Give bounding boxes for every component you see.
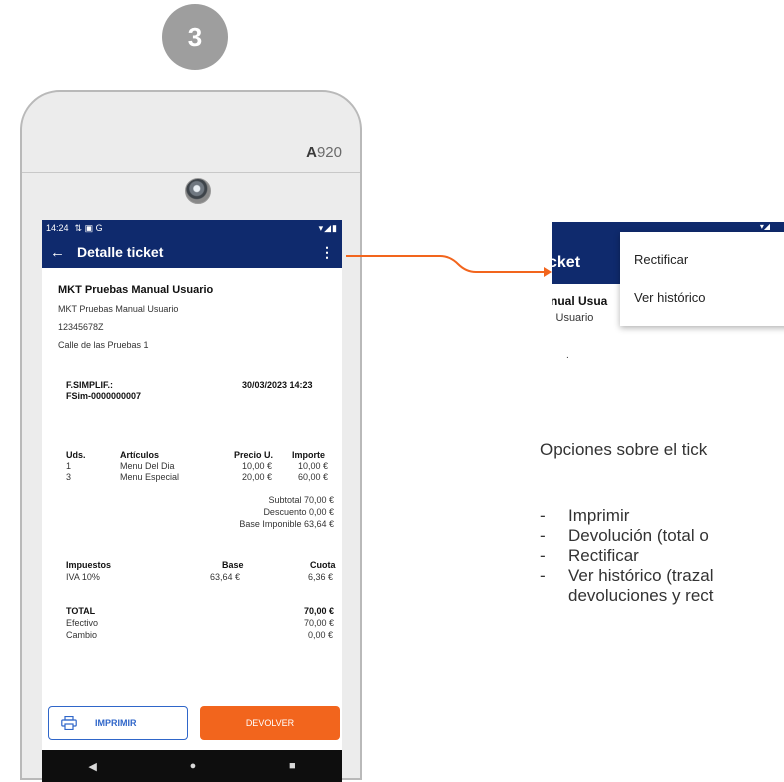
device-screen: 14:24 ⇅ ▣ G ▾◢▮ ← Detalle ticket ⋮ MKT P…: [42, 220, 342, 782]
col-importe-header: Importe: [292, 450, 326, 460]
company-tax-id: 12345678Z: [58, 322, 104, 332]
total-value: 70,00 €: [304, 606, 335, 616]
zoom-title-fragment: cket: [552, 254, 581, 271]
nav-recent-icon[interactable]: ■: [289, 760, 296, 772]
line-1-precio: 10,00 €: [242, 461, 273, 471]
zoom-status-icons: ▾◢: [552, 222, 784, 232]
printer-icon: [61, 716, 77, 730]
tax-line-cuota: 6,36 €: [308, 572, 334, 582]
print-button[interactable]: IMPRIMIR: [48, 706, 188, 740]
col-articulos-header: Artículos: [120, 450, 160, 460]
nav-back-icon[interactable]: ◀: [88, 760, 96, 773]
zoom-company-fragment: nual Usua: [552, 294, 608, 308]
status-bar: 14:24 ⇅ ▣ G ▾◢▮: [42, 220, 342, 236]
options-intro: Opciones sobre el tick: [540, 440, 708, 459]
option-continuation: devoluciones y rect: [568, 586, 714, 605]
return-button[interactable]: DEVOLVER: [200, 706, 340, 740]
more-options-icon[interactable]: ⋮: [320, 244, 334, 261]
status-notification-icons: ⇅ ▣ G: [74, 222, 103, 233]
option-item: - Ver histórico (trazal: [540, 566, 714, 585]
company-subname: MKT Pruebas Manual Usuario: [58, 304, 179, 314]
menu-item-ver-historico[interactable]: Ver histórico: [634, 290, 706, 305]
impuestos-header: Impuestos: [66, 560, 112, 570]
line-2-precio: 20,00 €: [242, 472, 273, 482]
tax-line-base: 63,64 €: [210, 572, 241, 582]
descuento: Descuento 0,00 €: [263, 507, 334, 517]
efectivo-value: 70,00 €: [304, 618, 335, 628]
document-number: FSim-0000000007: [66, 391, 142, 401]
line-2-uds: 3: [66, 472, 72, 482]
total-label: TOTAL: [66, 606, 96, 616]
menu-item-rectificar[interactable]: Rectificar: [634, 252, 688, 267]
base-header: Base: [222, 560, 244, 570]
option-item: - Rectificar: [540, 546, 639, 565]
status-signal-icons: ▾◢▮: [318, 222, 338, 233]
tax-line-name: IVA 10%: [66, 572, 100, 582]
line-1-articulo: Menu Del Dia: [120, 461, 175, 471]
option-item: - Imprimir: [540, 506, 630, 525]
cambio-label: Cambio: [66, 630, 98, 640]
cambio-value: 0,00 €: [308, 630, 334, 640]
status-time: 14:24: [46, 223, 69, 233]
subtotal: Subtotal 70,00 €: [268, 495, 334, 505]
efectivo-label: Efectivo: [66, 618, 99, 628]
page-title: Detalle ticket: [77, 244, 164, 260]
line-1-uds: 1: [66, 461, 72, 471]
back-arrow-icon[interactable]: ←: [50, 244, 65, 261]
zoomed-menu-panel: ▾◢ cket nual Usua l Usuario . Rectificar…: [552, 222, 784, 370]
col-precio-header: Precio U.: [234, 450, 274, 460]
zoom-dot: .: [566, 350, 569, 361]
col-uds-header: Uds.: [66, 450, 86, 460]
option-item: - Devolución (total o: [540, 526, 709, 545]
base-imponible: Base Imponible 63,64 €: [239, 519, 334, 529]
company-name: MKT Pruebas Manual Usuario: [58, 284, 214, 296]
line-2-importe: 60,00 €: [298, 472, 329, 482]
nav-home-icon[interactable]: ●: [190, 760, 197, 772]
cuota-header: Cuota: [310, 560, 336, 570]
overflow-menu: Rectificar Ver histórico: [620, 232, 784, 326]
document-date: 30/03/2023 14:23: [242, 380, 313, 390]
app-bar: ← Detalle ticket ⋮: [42, 236, 342, 268]
line-2-articulo: Menu Especial: [120, 472, 180, 482]
print-button-label: IMPRIMIR: [95, 718, 137, 728]
payment-terminal-device: A920 14:24 ⇅ ▣ G ▾◢▮ ← Detalle ticket ⋮ …: [20, 90, 362, 782]
company-address: Calle de las Pruebas 1: [58, 340, 149, 350]
device-model-label: A920: [306, 144, 342, 161]
step-badge: 3: [162, 4, 228, 70]
line-1-importe: 10,00 €: [298, 461, 329, 471]
zoom-company-sub-fragment: l Usuario: [552, 312, 594, 324]
document-type: F.SIMPLIF.:: [66, 380, 113, 390]
return-button-label: DEVOLVER: [245, 718, 295, 728]
camera-icon: [185, 178, 211, 204]
system-nav-bar: ◀ ● ■: [42, 750, 342, 782]
